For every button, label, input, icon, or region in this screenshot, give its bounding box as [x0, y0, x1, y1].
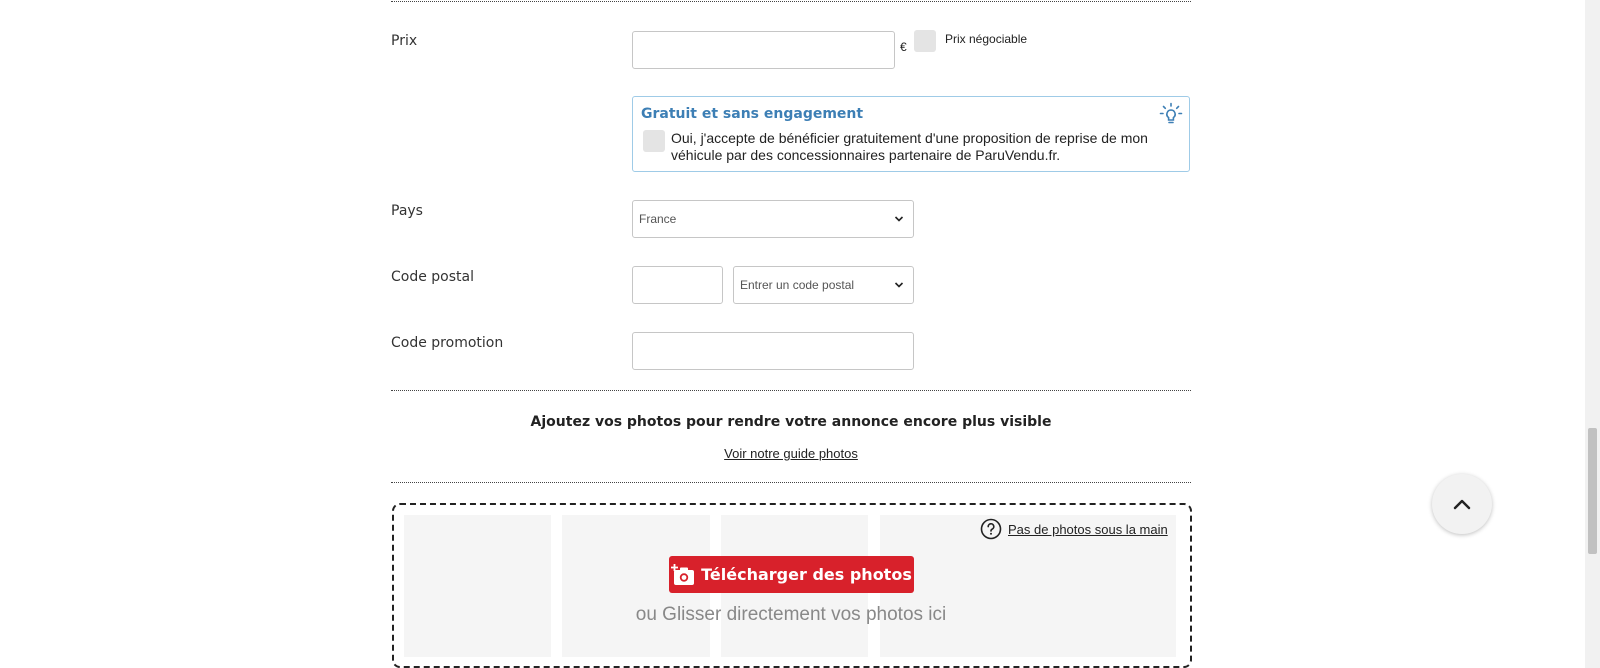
- upload-photos-label: Télécharger des photos: [701, 565, 912, 584]
- photo-slot: [404, 515, 551, 657]
- country-selected-value: France: [639, 212, 677, 226]
- promo-code-input[interactable]: [632, 332, 914, 370]
- trade-in-title: Gratuit et sans engagement: [641, 106, 864, 122]
- photo-guide-link[interactable]: Voir notre guide photos: [391, 446, 1191, 461]
- promo-code-label: Code promotion: [391, 335, 504, 351]
- price-label: Prix: [391, 33, 418, 49]
- back-to-top-button[interactable]: [1432, 474, 1492, 534]
- postal-code-select-placeholder: Entrer un code postal: [740, 278, 855, 292]
- scrollbar-thumb[interactable]: [1588, 428, 1597, 554]
- chevron-up-icon: [1453, 499, 1471, 510]
- trade-in-checkbox[interactable]: [643, 130, 665, 152]
- chevron-down-icon: [894, 282, 904, 288]
- postal-code-label: Code postal: [391, 269, 474, 285]
- section-divider: [391, 1, 1191, 2]
- scrollbar[interactable]: [1585, 0, 1600, 668]
- postal-code-select[interactable]: Entrer un code postal: [733, 266, 914, 304]
- add-photo-icon: [671, 563, 695, 585]
- currency-symbol: €: [900, 40, 907, 54]
- drag-photos-text: ou Glisser directement vos photos ici: [635, 604, 947, 625]
- country-select[interactable]: France: [632, 200, 914, 238]
- trade-in-text: Oui, j'accepte de bénéficier gratuitemen…: [671, 130, 1148, 163]
- chevron-down-icon: [894, 216, 904, 222]
- price-input[interactable]: [632, 31, 895, 69]
- upload-photos-button[interactable]: Télécharger des photos: [669, 556, 914, 593]
- help-circle-icon: [980, 518, 1002, 540]
- country-label: Pays: [391, 203, 423, 219]
- photos-section-title: Ajoutez vos photos pour rendre votre ann…: [530, 414, 1052, 430]
- no-photos-help-link[interactable]: Pas de photos sous la main: [980, 518, 1168, 540]
- section-divider: [391, 482, 1191, 483]
- trade-in-offer-box: Gratuit et sans engagement Oui, j'accept…: [632, 96, 1190, 172]
- negotiable-label: Prix négociable: [945, 32, 1028, 46]
- negotiable-checkbox[interactable]: [914, 30, 936, 52]
- postal-code-input[interactable]: [632, 266, 723, 304]
- no-photos-help-text: Pas de photos sous la main: [1008, 521, 1168, 537]
- section-divider: [391, 390, 1191, 391]
- lightbulb-icon: [1159, 102, 1183, 124]
